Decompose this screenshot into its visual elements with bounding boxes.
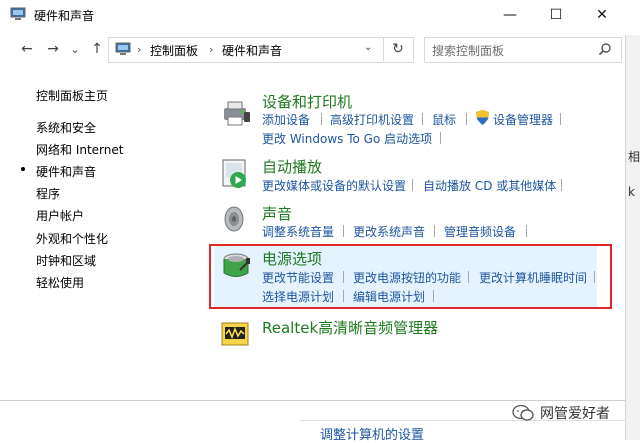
link-separator — [412, 179, 413, 191]
device-manager-link[interactable]: 设备管理器 — [493, 111, 553, 128]
sidebar-item-ease-of-access[interactable]: 轻松使用 — [36, 274, 84, 291]
adjust-volume-link[interactable]: 调整系统音量 — [262, 223, 334, 240]
uac-shield-icon — [476, 110, 489, 125]
sidebar-item-system-security[interactable]: 系统和安全 — [36, 119, 96, 136]
link-separator — [440, 132, 441, 144]
chevron-down-icon: ⌄ — [70, 42, 80, 56]
refresh-icon: ↻ — [392, 41, 404, 57]
back-button[interactable]: ← — [18, 40, 36, 58]
sidebar-item-clock-region[interactable]: 时钟和区域 — [36, 252, 96, 269]
link-separator — [321, 113, 322, 125]
title-bar[interactable]: 硬件和声音 — ☐ ✕ — [0, 0, 625, 30]
add-device-link[interactable]: 添加设备 — [262, 111, 310, 128]
watermark-text: 网管爱好者 — [540, 406, 610, 422]
sidebar-item-appearance[interactable]: 外观和个性化 — [36, 230, 108, 247]
breadcrumb-separator-icon: › — [209, 43, 214, 56]
link-separator — [343, 225, 344, 237]
sound-title[interactable]: 声音 — [262, 203, 292, 224]
windows-to-go-link[interactable]: 更改 Windows To Go 启动选项 — [262, 130, 432, 147]
refresh-button[interactable]: ↻ — [383, 37, 412, 61]
sidebar-item-network[interactable]: 网络和 Internet — [36, 141, 123, 158]
control-panel-window: 硬件和声音 — ☐ ✕ ← → ⌄ ↑ › 控制面板 › 硬件和声音 ⌄ ↻ 搜… — [0, 0, 625, 401]
maximize-icon: ☐ — [549, 7, 563, 23]
printer-icon[interactable] — [220, 98, 252, 130]
search-icon[interactable] — [598, 42, 612, 56]
watermark: 网管爱好者 — [512, 402, 610, 424]
link-separator — [422, 113, 423, 125]
advanced-printer-setup-link[interactable]: 高级打印机设置 — [330, 111, 414, 128]
breadcrumb-separator-icon: › — [137, 43, 142, 56]
sidebar-item-user-accounts[interactable]: 用户帐户 — [36, 207, 84, 224]
speaker-icon[interactable] — [220, 203, 252, 235]
sidebar-item-programs[interactable]: 程序 — [36, 185, 60, 202]
arrow-left-icon: ← — [21, 41, 33, 57]
change-system-sounds-link[interactable]: 更改系统声音 — [353, 223, 425, 240]
link-separator — [526, 225, 527, 237]
autoplay-title[interactable]: 自动播放 — [262, 156, 322, 177]
link-separator — [560, 113, 561, 125]
autoplay-icon[interactable] — [220, 158, 252, 190]
minimize-icon: — — [503, 7, 517, 23]
change-media-defaults-link[interactable]: 更改媒体或设备的默认设置 — [262, 177, 406, 194]
link-separator — [561, 179, 562, 191]
sidebar-item-home[interactable]: 控制面板主页 — [36, 87, 108, 104]
current-item-bullet — [21, 167, 25, 171]
close-button[interactable]: ✕ — [579, 0, 625, 30]
maximize-button[interactable]: ☐ — [533, 0, 579, 30]
close-icon: ✕ — [596, 7, 608, 23]
address-dropdown-icon[interactable]: ⌄ — [364, 42, 372, 53]
window-title: 硬件和声音 — [34, 9, 95, 23]
devices-printers-title[interactable]: 设备和打印机 — [262, 91, 352, 112]
breadcrumb-hardware-and-sound[interactable]: 硬件和声音 — [222, 42, 282, 59]
arrow-right-icon: → — [47, 41, 59, 57]
background-window-text: 相 — [628, 150, 640, 164]
screen: 相 k 调整计算机的设置 硬件和声音 — ☐ ✕ ← → ⌄ ↑ › 控制面板 … — [0, 0, 640, 443]
control-panel-icon — [10, 7, 26, 20]
sidebar-item-hardware-sound: 硬件和声音 — [36, 165, 97, 179]
power-options-annotation-box — [209, 244, 612, 309]
background-window-edge — [625, 35, 640, 440]
arrow-up-icon: ↑ — [91, 41, 103, 57]
realtek-audio-icon[interactable] — [220, 318, 252, 350]
link-separator — [466, 113, 467, 125]
search-placeholder: 搜索控制面板 — [432, 44, 505, 58]
recent-locations-button[interactable]: ⌄ — [66, 40, 84, 58]
control-panel-icon — [115, 42, 131, 55]
manage-audio-devices-link[interactable]: 管理音频设备 — [444, 223, 516, 240]
link-separator — [434, 225, 435, 237]
background-window-text: k — [628, 185, 635, 199]
breadcrumb-control-panel[interactable]: 控制面板 — [150, 42, 198, 59]
background-window-link: 调整计算机的设置 — [320, 428, 425, 443]
up-button[interactable]: ↑ — [88, 40, 106, 58]
mouse-link[interactable]: 鼠标 — [432, 111, 456, 128]
wechat-icon — [512, 404, 534, 421]
minimize-button[interactable]: — — [487, 0, 533, 30]
autoplay-cd-link[interactable]: 自动播放 CD 或其他媒体 — [423, 177, 556, 194]
forward-button[interactable]: → — [44, 40, 62, 58]
realtek-title[interactable]: Realtek高清晰音频管理器 — [262, 317, 438, 338]
